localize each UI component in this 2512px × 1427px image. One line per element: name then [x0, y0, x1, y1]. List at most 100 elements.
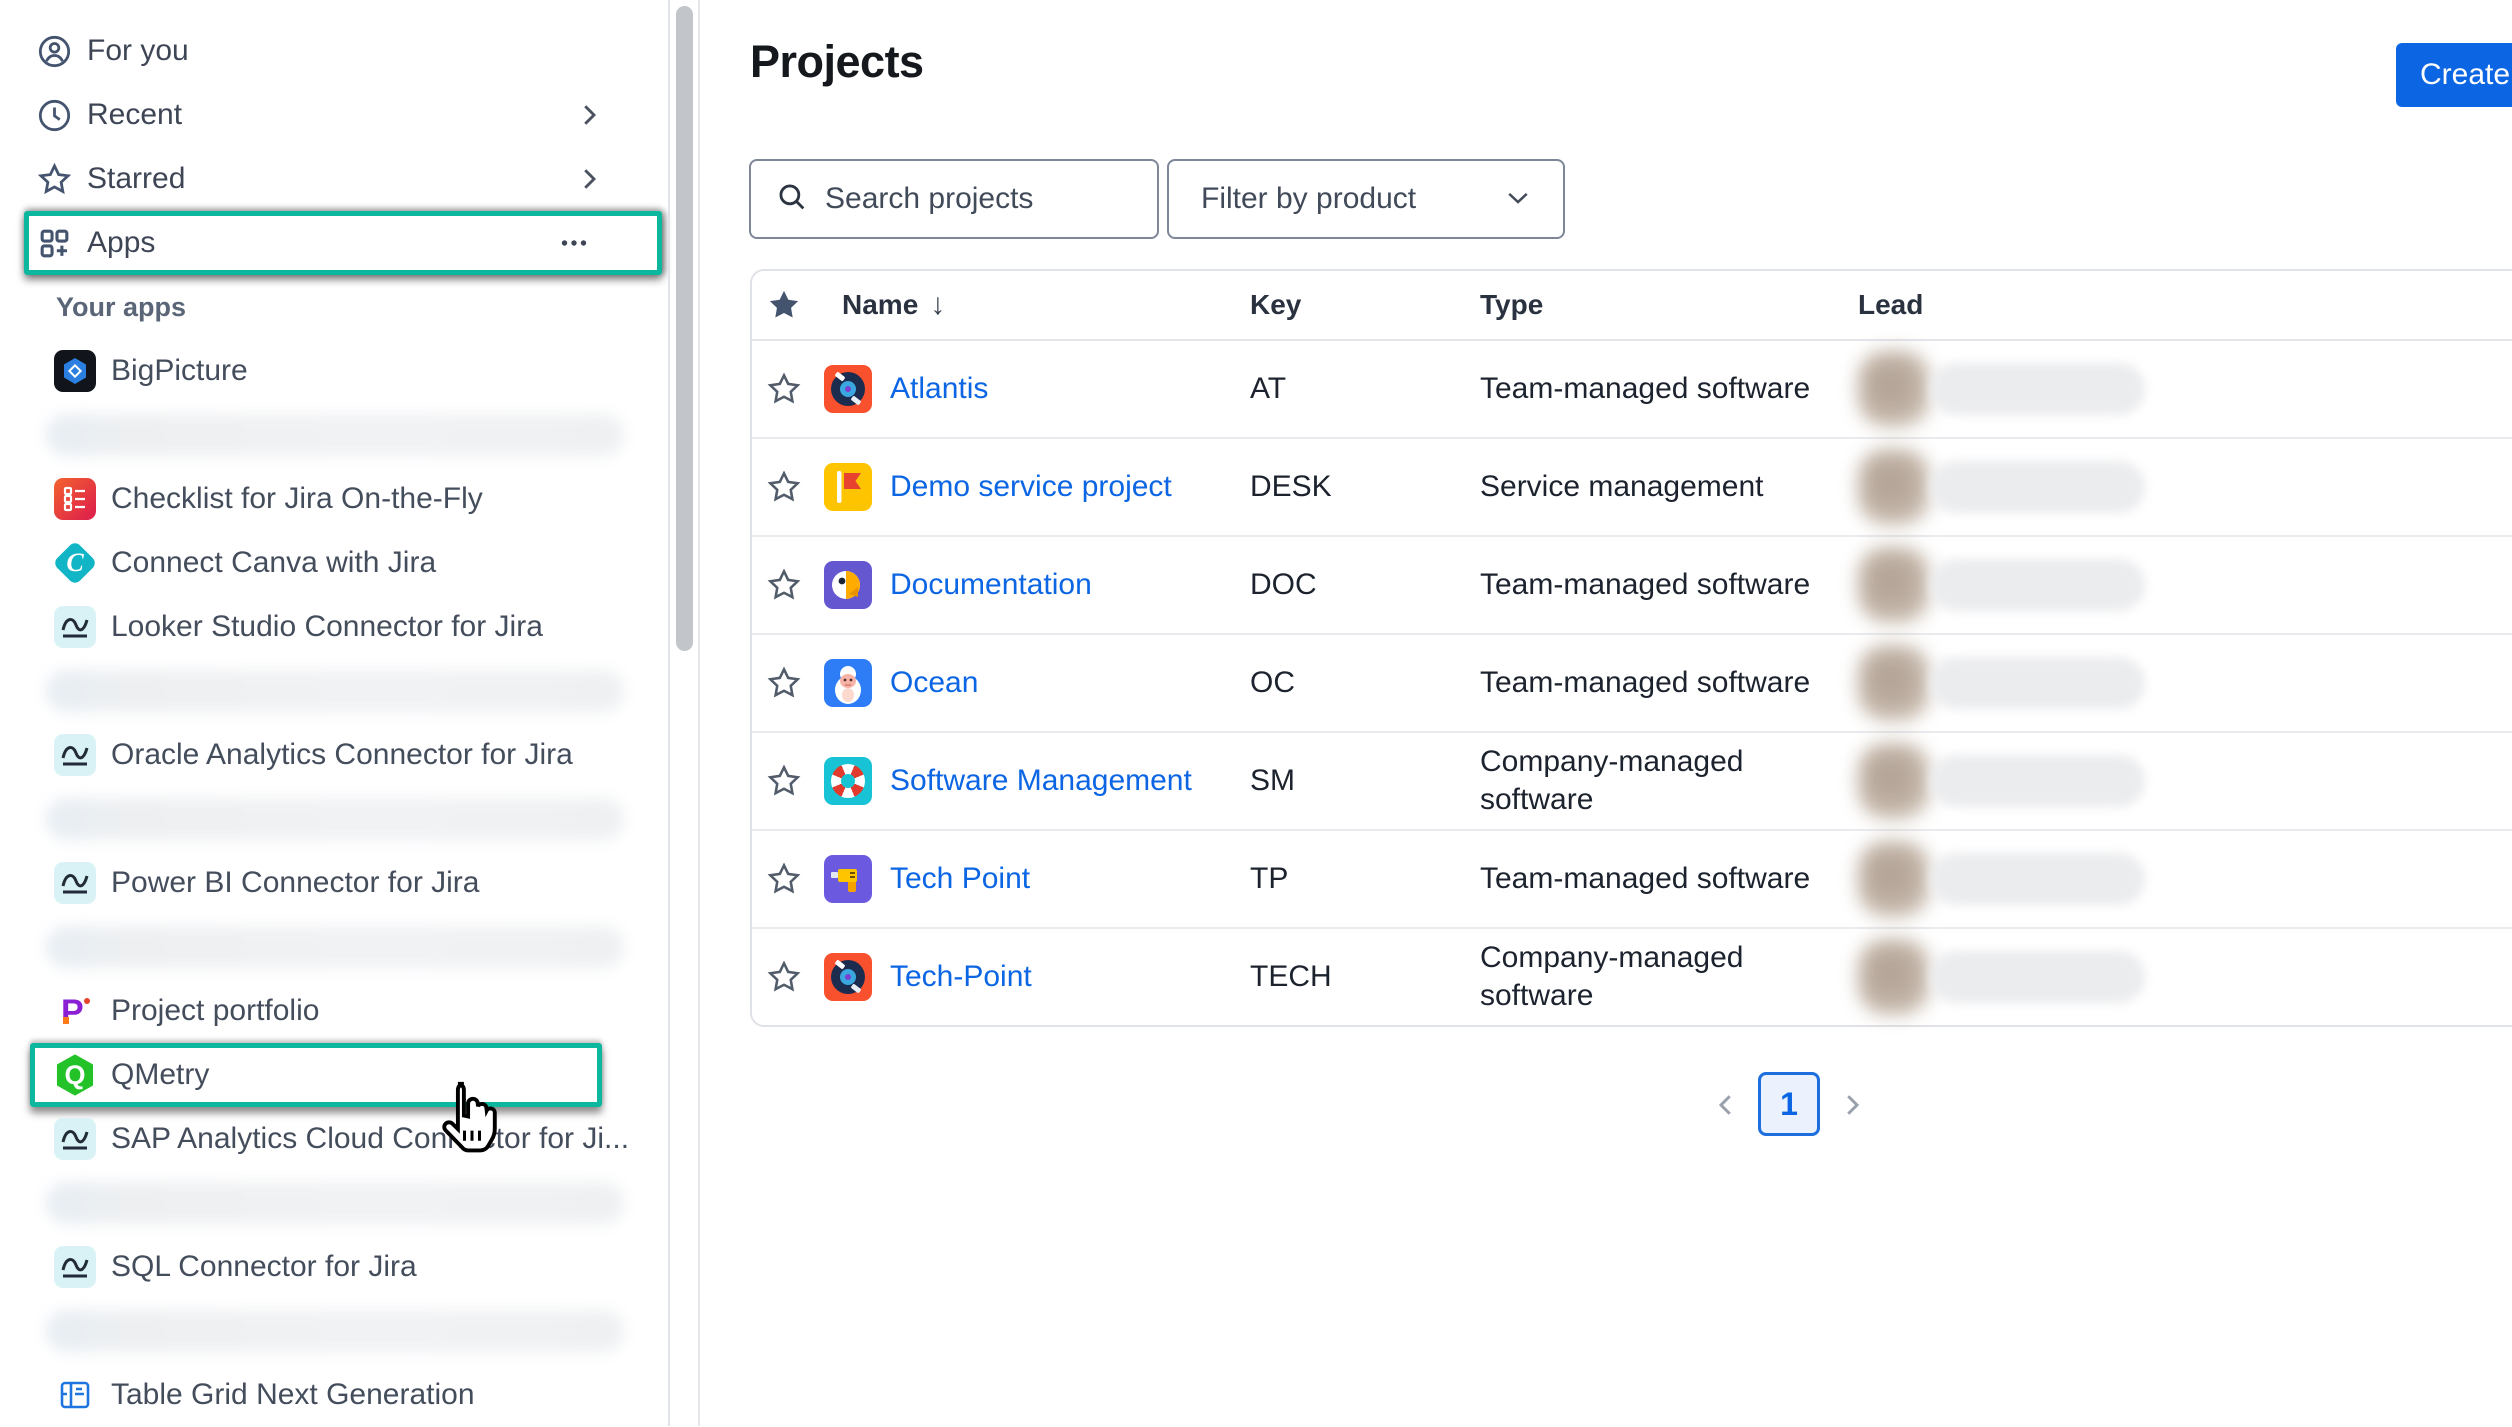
connector-app-icon	[54, 862, 96, 904]
project-lead-cell	[1858, 733, 2512, 829]
parrot-project-icon	[824, 561, 872, 609]
drill-project-icon	[824, 855, 872, 903]
sidebar-app-sql-connector-for-jira[interactable]: SQL Connector for Jira	[0, 1235, 668, 1299]
blurred-lead-avatar	[1858, 449, 1930, 525]
star-outline-icon[interactable]	[766, 763, 802, 799]
sidebar-app-qmetry[interactable]: QQMetry	[30, 1043, 602, 1107]
star-column-header	[752, 287, 824, 323]
sidebar-app-power-bi-connector-for-jira[interactable]: Power BI Connector for Jira	[0, 851, 668, 915]
star-icon	[36, 161, 73, 198]
project-type: Company-managed software	[1480, 743, 1858, 819]
sidebar-app-sap-analytics-cloud-connector-for-ji[interactable]: SAP Analytics Cloud Connector for Ji...	[0, 1107, 668, 1171]
sidebar-scrollbar[interactable]	[676, 6, 693, 651]
star-filled-icon	[766, 287, 802, 323]
blurred-lead-name	[1930, 559, 2145, 611]
redacted-app-row	[0, 403, 668, 467]
star-outline-icon[interactable]	[766, 371, 802, 407]
sidebar-app-bigpicture[interactable]: BigPicture	[0, 339, 668, 403]
sidebar-app-checklist-for-jira-on-the-fly[interactable]: Checklist for Jira On-the-Fly	[0, 467, 668, 531]
redacted-app-row	[0, 787, 668, 851]
project-link[interactable]: Tech-Point	[890, 960, 1032, 994]
project-row-atlantis: AtlantisATTeam-managed software	[752, 341, 2512, 439]
blurred-lead-name	[1930, 853, 2145, 905]
sidebar-item-starred[interactable]: Starred	[0, 147, 668, 211]
disc-project-icon	[824, 953, 872, 1001]
key-column-header: Key	[1250, 289, 1480, 321]
sidebar-item-label: Recent	[87, 98, 182, 132]
star-outline-icon[interactable]	[766, 665, 802, 701]
sidebar-item-label: Starred	[87, 162, 185, 196]
pagination-previous-button[interactable]	[1708, 1087, 1744, 1123]
project-key: TP	[1250, 862, 1480, 896]
sidebar-item-apps[interactable]: Apps	[24, 211, 662, 275]
project-lead-cell	[1858, 537, 2512, 633]
app-label: Looker Studio Connector for Jira	[111, 610, 543, 644]
blurred-lead-avatar	[1858, 547, 1930, 623]
project-lead-cell	[1858, 929, 2512, 1025]
project-link[interactable]: Demo service project	[890, 470, 1172, 504]
redacted-app-row	[0, 1299, 668, 1363]
project-type: Team-managed software	[1480, 860, 1858, 898]
more-options-icon[interactable]	[555, 224, 593, 262]
app-label: Table Grid Next Generation	[111, 1378, 475, 1412]
project-link[interactable]: Documentation	[890, 568, 1092, 602]
app-label: Project portfolio	[111, 994, 319, 1028]
sidebar-app-connect-canva-with-jira[interactable]: CConnect Canva with Jira	[0, 531, 668, 595]
tablegrid-app-icon	[54, 1374, 96, 1416]
create-button[interactable]: Create	[2396, 43, 2512, 107]
pagination-current-page[interactable]: 1	[1758, 1072, 1820, 1136]
project-link[interactable]: Software Management	[890, 764, 1192, 798]
yeti-project-icon	[824, 659, 872, 707]
star-outline-icon[interactable]	[766, 567, 802, 603]
sidebar-item-for-you[interactable]: For you	[0, 19, 668, 83]
sidebar-app-table-grid-next-generation[interactable]: Table Grid Next Generation	[0, 1363, 668, 1427]
bigpicture-app-icon	[54, 350, 96, 392]
app-label: QMetry	[111, 1058, 209, 1092]
project-key: TECH	[1250, 960, 1480, 994]
connector-app-icon	[54, 606, 96, 648]
sidebar-app-project-portfolio[interactable]: P Project portfolio	[0, 979, 668, 1043]
disc-project-icon	[824, 365, 872, 413]
search-projects-field[interactable]	[749, 159, 1159, 239]
chevron-left-icon	[1711, 1090, 1741, 1120]
pagination-next-button[interactable]	[1834, 1087, 1870, 1123]
project-link[interactable]: Tech Point	[890, 862, 1030, 896]
app-label: BigPicture	[111, 354, 248, 388]
project-link[interactable]: Ocean	[890, 666, 978, 700]
type-column-header: Type	[1480, 286, 1858, 324]
project-link[interactable]: Atlantis	[890, 372, 988, 406]
search-input[interactable]	[823, 181, 1127, 217]
star-outline-icon[interactable]	[766, 861, 802, 897]
star-outline-icon[interactable]	[766, 469, 802, 505]
blurred-lead-name	[1930, 461, 2145, 513]
connector-app-icon	[54, 734, 96, 776]
app-label: Power BI Connector for Jira	[111, 866, 479, 900]
project-lead-cell	[1858, 439, 2512, 535]
project-row-tech-point: Tech-Point TECHCompany-managed software	[752, 929, 2512, 1025]
connector-app-icon	[54, 1118, 96, 1160]
sidebar-item-recent[interactable]: Recent	[0, 83, 668, 147]
pointer-hand-cursor	[430, 1078, 502, 1164]
sidebar-app-looker-studio-connector-for-jira[interactable]: Looker Studio Connector for Jira	[0, 595, 668, 659]
blurred-lead-avatar	[1858, 645, 1930, 721]
blurred-lead-name	[1930, 951, 2145, 1003]
project-type: Team-managed software	[1480, 664, 1858, 702]
blurred-lead-name	[1930, 363, 2145, 415]
filter-by-product-dropdown[interactable]: Filter by product	[1167, 159, 1565, 239]
svg-text:P: P	[61, 993, 84, 1031]
project-type: Company-managed software	[1480, 939, 1858, 1015]
projects-table: Name ↓ Key Type Lead AtlantisATTeam-mana…	[750, 269, 2512, 1027]
blurred-lead-avatar	[1858, 939, 1930, 1015]
project-row-tech-point: Tech Point TPTeam-managed software	[752, 831, 2512, 929]
project-type: Team-managed software	[1480, 370, 1858, 408]
star-outline-icon[interactable]	[766, 959, 802, 995]
blurred-text-redaction	[46, 670, 624, 712]
blurred-lead-avatar	[1858, 743, 1930, 819]
redacted-app-row	[0, 1171, 668, 1235]
blurred-lead-avatar	[1858, 841, 1930, 917]
blurred-text-redaction	[46, 1182, 624, 1224]
lifebuoy-project-icon	[824, 757, 872, 805]
sidebar-app-oracle-analytics-connector-for-jira[interactable]: Oracle Analytics Connector for Jira	[0, 723, 668, 787]
sidebar-item-label: Apps	[87, 226, 155, 260]
name-column-header[interactable]: Name ↓	[824, 288, 1250, 322]
